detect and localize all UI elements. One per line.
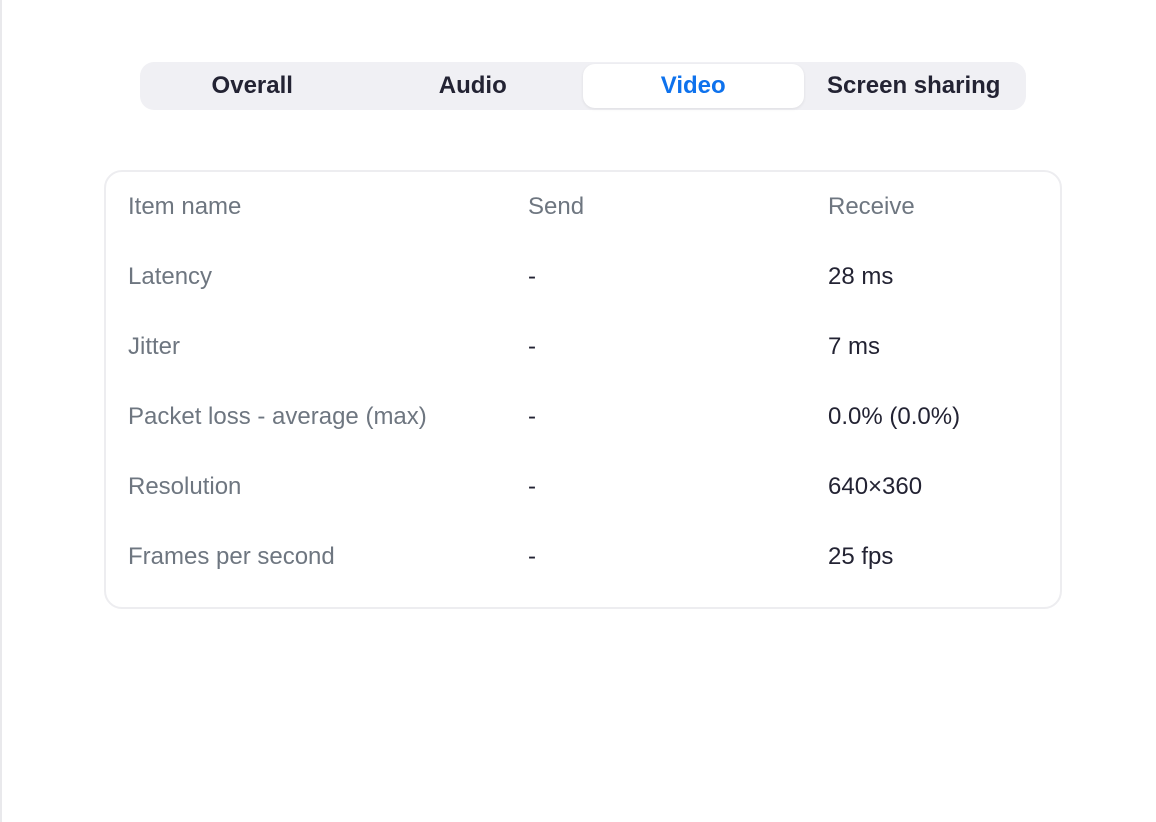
table-row: Latency - 28 ms <box>106 257 1060 297</box>
table-row: Frames per second - 25 fps <box>106 537 1060 577</box>
header-item-name: Item name <box>128 193 242 220</box>
table-row: Jitter - 7 ms <box>106 327 1060 367</box>
tab-screen-sharing[interactable]: Screen sharing <box>804 64 1025 108</box>
row-send-value: - <box>528 543 536 570</box>
table-row: Packet loss - average (max) - 0.0% (0.0%… <box>106 397 1060 437</box>
row-send-value: - <box>528 403 536 430</box>
header-receive: Receive <box>828 193 915 220</box>
row-receive-value: 25 fps <box>828 543 894 570</box>
row-receive-value: 7 ms <box>828 333 881 360</box>
row-receive-value: 0.0% (0.0%) <box>828 403 961 430</box>
row-label: Resolution <box>128 473 242 500</box>
statistics-tab-bar: Overall Audio Video Screen sharing <box>140 62 1026 110</box>
table-header-row: Item name Send Receive <box>106 187 1060 227</box>
tab-video[interactable]: Video <box>583 64 804 108</box>
tab-overall[interactable]: Overall <box>142 64 363 108</box>
row-send-value: - <box>528 333 536 360</box>
tab-audio[interactable]: Audio <box>363 64 584 108</box>
header-send: Send <box>528 193 585 220</box>
video-statistics-table: Item name Send Receive Latency - 28 ms J… <box>104 170 1062 609</box>
table-row: Resolution - 640×360 <box>106 467 1060 507</box>
row-label: Latency <box>128 263 213 290</box>
row-label: Packet loss - average (max) <box>128 403 427 430</box>
row-label: Frames per second <box>128 543 335 570</box>
row-send-value: - <box>528 473 536 500</box>
row-receive-value: 28 ms <box>828 263 894 290</box>
statistics-window: Overall Audio Video Screen sharing Item … <box>0 0 1156 822</box>
row-receive-value: 640×360 <box>828 473 923 500</box>
row-send-value: - <box>528 263 536 290</box>
row-label: Jitter <box>128 333 181 360</box>
